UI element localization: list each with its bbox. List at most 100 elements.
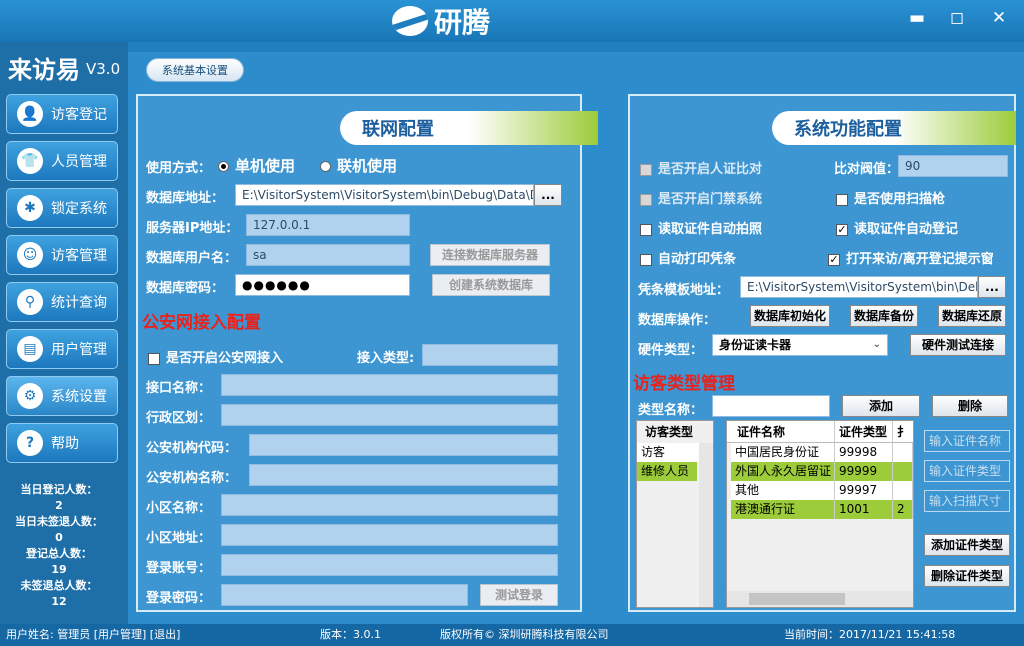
threshold-input[interactable]: 90 — [898, 155, 1008, 177]
checkbox-icon — [148, 352, 160, 365]
police-enable-checkbox[interactable]: 是否开启公安网接入 — [148, 347, 283, 366]
community-name-input[interactable] — [221, 494, 558, 516]
nav-user-manage[interactable]: ▤ 用户管理 — [6, 329, 118, 369]
scanner-checkbox[interactable]: 是否使用扫描枪 — [836, 188, 945, 207]
admin-region-input[interactable] — [221, 404, 558, 426]
police-org-name-input[interactable] — [249, 464, 558, 486]
list-item[interactable]: 维修人员 — [637, 462, 697, 481]
hardware-type-select[interactable]: 身份证读卡器 ⌄ — [712, 334, 888, 356]
login-account-input[interactable] — [221, 554, 558, 576]
popup-prompt-label: 打开来访/离开登记提示窗 — [846, 252, 994, 267]
face-compare-checkbox[interactable]: 是否开启人证比对 — [640, 158, 762, 177]
cert-type-input[interactable]: 输入证件类型 — [924, 460, 1010, 482]
police-org-name-label: 公安机构名称： — [146, 471, 238, 486]
stat-today-unsigned-value: 0 — [55, 531, 63, 544]
scrollbar-thumb[interactable] — [749, 593, 845, 605]
nav-label: 人员管理 — [51, 154, 107, 170]
maximize-icon[interactable]: ◻ — [942, 6, 972, 30]
cert-extra-cell — [893, 462, 913, 481]
db-init-button[interactable]: 数据库初始化 — [750, 305, 830, 327]
nav-staff-manage[interactable]: 👕 人员管理 — [6, 141, 118, 181]
cert-name-cell: 其他 — [731, 481, 835, 500]
cert-type-cell: 99997 — [835, 481, 893, 500]
cert-name-cell: 港澳通行证 — [731, 500, 835, 519]
status-user[interactable]: 用户姓名: 管理员 [用户管理] [退出] — [6, 624, 180, 646]
add-cert-type-button[interactable]: 添加证件类型 — [924, 534, 1010, 556]
type-name-label: 类型名称： — [638, 403, 704, 418]
chevron-down-icon: ⌄ — [872, 339, 881, 350]
receipt-template-input[interactable]: E:\VisitorSystem\VisitorSystem\bin\Debu — [740, 276, 978, 298]
db-path-input[interactable]: E:\VisitorSystem\VisitorSystem\bin\Debug… — [235, 184, 534, 206]
mode-network-radio[interactable]: 联机使用 — [320, 155, 397, 176]
access-type-input[interactable] — [422, 344, 558, 366]
table-row[interactable]: 其他 99997 — [731, 481, 913, 500]
type-name-input[interactable] — [712, 395, 830, 417]
db-restore-button[interactable]: 数据库还原 — [938, 305, 1006, 327]
scrollbar[interactable] — [699, 443, 713, 607]
add-type-button[interactable]: 添加 — [842, 395, 920, 417]
auto-register-checkbox[interactable]: ✓ 读取证件自动登记 — [836, 218, 958, 237]
radio-checked-icon — [218, 161, 229, 172]
cert-name-input[interactable]: 输入证件名称 — [924, 430, 1010, 452]
hardware-test-button[interactable]: 硬件测试连接 — [910, 334, 1006, 356]
receipt-template-label: 凭条模板地址： — [638, 283, 730, 298]
column-header[interactable]: 扌 — [893, 421, 913, 442]
login-password-label: 登录密码： — [146, 591, 212, 606]
gate-system-checkbox[interactable]: 是否开启门禁系统 — [640, 188, 762, 207]
popup-prompt-checkbox[interactable]: ✓ 打开来访/离开登记提示窗 — [828, 248, 994, 267]
stat-today-registered-label: 当日登记人数： — [20, 483, 98, 496]
auto-photo-checkbox[interactable]: 读取证件自动拍照 — [640, 218, 762, 237]
nav-system-settings[interactable]: ⚙ 系统设置 — [6, 376, 118, 416]
brand-logo-text: 研腾 — [434, 6, 491, 39]
auto-print-checkbox[interactable]: 自动打印凭条 — [640, 248, 736, 267]
horizontal-scrollbar[interactable] — [727, 591, 913, 607]
server-ip-input[interactable]: 127.0.0.1 — [246, 214, 410, 236]
mode-single-label: 单机使用 — [235, 157, 296, 175]
tab-system-basic-settings[interactable]: 系统基本设置 — [146, 58, 244, 82]
nav-statistics[interactable]: ⚲ 统计查询 — [6, 282, 118, 322]
table-row[interactable]: 外国人永久居留证 99999 — [731, 462, 913, 481]
police-enable-label: 是否开启公安网接入 — [166, 351, 284, 366]
close-icon[interactable]: ✕ — [984, 6, 1014, 30]
connect-db-button[interactable]: 连接数据库服务器 — [430, 244, 550, 266]
visitor-type-list: 访客类型 访客 维修人员 — [636, 420, 714, 608]
minimize-icon[interactable]: ▬ — [902, 6, 932, 30]
test-login-button[interactable]: 测试登录 — [480, 584, 558, 606]
hardware-type-value: 身份证读卡器 — [719, 338, 792, 352]
mode-single-radio[interactable]: 单机使用 — [218, 155, 295, 176]
login-password-input[interactable] — [221, 584, 468, 606]
cert-extra-cell — [893, 481, 913, 500]
receipt-template-browse-button[interactable]: ... — [978, 276, 1006, 298]
checkbox-icon — [640, 163, 652, 176]
app-title: 来访易 — [8, 56, 80, 84]
face-compare-label: 是否开启人证比对 — [658, 162, 763, 177]
db-user-input[interactable]: sa — [246, 244, 410, 266]
table-row[interactable]: 港澳通行证 1001 2 — [731, 500, 913, 519]
delete-type-button[interactable]: 删除 — [932, 395, 1008, 417]
cert-name-cell: 外国人永久居留证 — [731, 462, 835, 481]
db-path-browse-button[interactable]: ... — [534, 184, 562, 206]
community-address-input[interactable] — [221, 524, 558, 546]
nav-label: 访客管理 — [51, 248, 107, 264]
db-backup-button[interactable]: 数据库备份 — [850, 305, 918, 327]
nav-visitor-register[interactable]: 👤 访客登记 — [6, 94, 118, 134]
api-name-input[interactable] — [221, 374, 558, 396]
column-header[interactable]: 证件类型 — [835, 421, 893, 442]
nav-visitor-manage[interactable]: ☺ 访客管理 — [6, 235, 118, 275]
delete-cert-type-button[interactable]: 删除证件类型 — [924, 565, 1010, 587]
nav-help[interactable]: ? 帮助 — [6, 423, 118, 463]
column-header[interactable]: 证件名称 — [727, 421, 835, 442]
table-row[interactable]: 中国居民身份证 99998 — [731, 443, 913, 462]
police-org-code-input[interactable] — [249, 434, 558, 456]
auto-register-label: 读取证件自动登记 — [854, 222, 959, 237]
db-path-label: 数据库地址： — [146, 191, 225, 206]
create-db-button[interactable]: 创建系统数据库 — [432, 274, 550, 296]
scan-size-input[interactable]: 输入扫描尺寸 — [924, 490, 1010, 512]
visitor-type-list-header: 访客类型 — [637, 421, 713, 443]
db-password-input[interactable]: ●●●●●● — [235, 274, 410, 296]
nav-lock-system[interactable]: ✱ 锁定系统 — [6, 188, 118, 228]
cert-extra-cell — [893, 443, 913, 462]
visitor-manage-icon: ☺ — [17, 242, 43, 268]
stat-total-registered-value: 19 — [51, 563, 67, 576]
scanner-label: 是否使用扫描枪 — [854, 192, 946, 207]
